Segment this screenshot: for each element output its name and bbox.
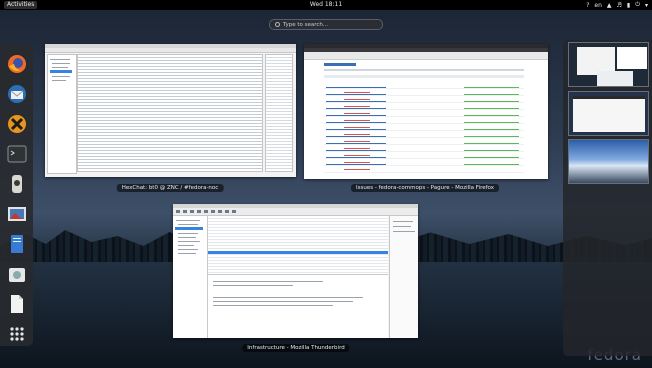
workspace-3[interactable] bbox=[568, 139, 649, 184]
keyboard-layout[interactable]: en bbox=[594, 2, 602, 9]
document-viewer-icon[interactable] bbox=[6, 233, 28, 255]
clock-label[interactable]: Wed 18:11 bbox=[310, 1, 342, 8]
volume-icon: ♬ bbox=[616, 1, 622, 9]
search-input[interactable] bbox=[283, 21, 373, 28]
workspace-switcher bbox=[563, 40, 652, 356]
top-bar: Activities Wed 18:11 ? en ▲ ♬ ▮ ⏻ ▾ bbox=[0, 0, 652, 10]
thunderbird-window-title: Infrastructure - Mozilla Thunderbird bbox=[242, 344, 350, 352]
search-icon bbox=[275, 22, 280, 27]
show-apps-icon[interactable] bbox=[6, 323, 28, 345]
firefox-icon[interactable] bbox=[6, 53, 28, 75]
image-viewer-icon[interactable] bbox=[6, 203, 28, 225]
help-icon[interactable]: ? bbox=[586, 2, 589, 9]
yubikey-icon[interactable] bbox=[6, 173, 28, 195]
battery-icon: ▮ bbox=[626, 1, 631, 9]
power-icon: ⏻ bbox=[635, 1, 640, 8]
activities-button[interactable]: Activities bbox=[4, 1, 38, 9]
network-icon: ▲ bbox=[606, 1, 612, 9]
hexchat-window-title: HexChat: bt0 @ ZNC / #fedora-noc bbox=[116, 184, 224, 192]
hexchat-icon[interactable] bbox=[6, 113, 28, 135]
workspace-1[interactable] bbox=[568, 42, 649, 87]
terminal-icon[interactable] bbox=[6, 143, 28, 165]
files-icon[interactable] bbox=[6, 293, 28, 315]
menu-arrow-icon: ▾ bbox=[644, 1, 648, 9]
clock: Wed 18:11 bbox=[0, 0, 652, 10]
thunderbird-icon[interactable] bbox=[6, 83, 28, 105]
software-icon[interactable] bbox=[6, 263, 28, 285]
thunderbird-window-thumbnail[interactable] bbox=[173, 204, 418, 338]
status-area[interactable]: ? en ▲ ♬ ▮ ⏻ ▾ bbox=[586, 0, 648, 10]
firefox-window-title: Issues - fedora-commops - Pagure - Mozil… bbox=[351, 184, 499, 192]
firefox-window-thumbnail[interactable] bbox=[304, 44, 548, 179]
dash bbox=[0, 44, 33, 346]
hexchat-window-thumbnail[interactable] bbox=[45, 44, 296, 177]
workspace-2[interactable] bbox=[568, 91, 649, 136]
search-entry[interactable] bbox=[269, 19, 383, 30]
